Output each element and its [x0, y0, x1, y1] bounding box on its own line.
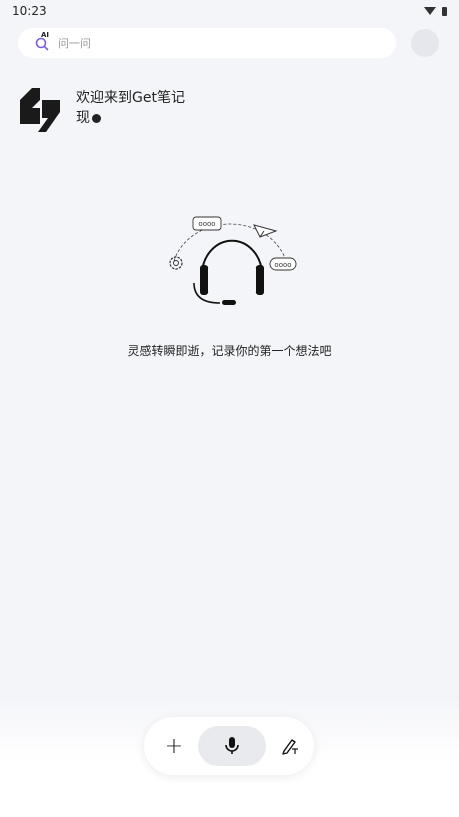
welcome-line-2: 现	[76, 108, 185, 128]
search-row: AI	[18, 28, 439, 58]
voice-record-button[interactable]	[198, 726, 266, 766]
wifi-icon	[424, 7, 436, 15]
microphone-icon	[225, 737, 239, 754]
avatar[interactable]	[411, 29, 439, 57]
empty-state-message: 灵感转瞬即逝，记录你的第一个想法吧	[127, 344, 332, 358]
add-button[interactable]: +	[160, 732, 188, 760]
typing-cursor-dot	[92, 113, 101, 123]
status-icons	[424, 6, 447, 16]
status-bar: 10:23	[0, 0, 459, 22]
pen-text-icon	[282, 739, 298, 755]
welcome-text: 欢迎来到Get笔记 现	[76, 84, 185, 132]
ai-search-icon: AI	[34, 31, 50, 51]
svg-text:oooo: oooo	[198, 220, 215, 228]
welcome-message: 欢迎来到Get笔记 现	[18, 84, 185, 132]
get-notes-logo-icon	[20, 88, 60, 132]
text-note-button[interactable]	[276, 732, 304, 760]
bottom-toolbar: +	[144, 717, 314, 775]
welcome-line-1: 欢迎来到Get笔记	[76, 90, 185, 106]
welcome-line-2-text: 现	[76, 110, 90, 126]
search-input[interactable]	[58, 36, 358, 50]
headset-illustration: oooo oooo	[169, 216, 297, 305]
ai-badge: AI	[41, 31, 50, 39]
plus-icon: +	[164, 733, 184, 759]
search-bar[interactable]: AI	[18, 28, 396, 58]
status-time: 10:23	[12, 4, 47, 18]
battery-icon	[442, 6, 447, 16]
svg-text:oooo: oooo	[274, 261, 291, 269]
